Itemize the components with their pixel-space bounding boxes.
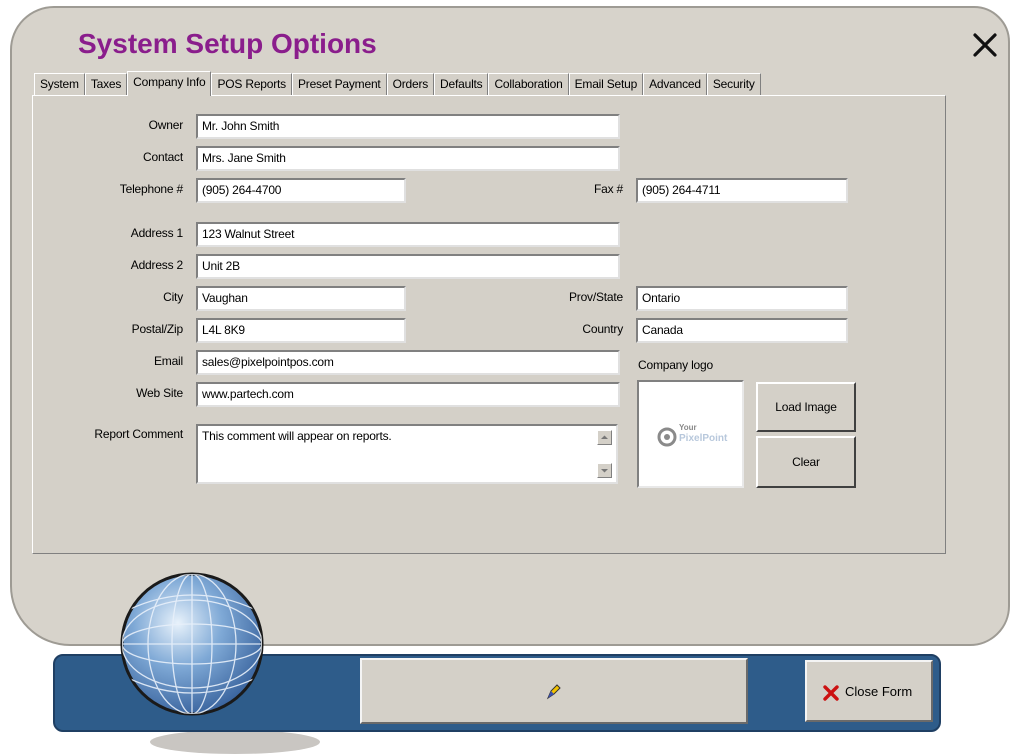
city-field[interactable]: Vaughan	[196, 286, 406, 311]
scroll-up-icon[interactable]	[597, 430, 612, 445]
logo-text-bottom: PixelPoint	[679, 433, 728, 444]
tab-orders[interactable]: Orders	[386, 73, 435, 95]
fax-label: Fax #	[593, 182, 623, 196]
email-field[interactable]: sales@pixelpointpos.com	[196, 350, 620, 375]
address2-label: Address 2	[130, 258, 183, 272]
edit-button[interactable]	[360, 658, 748, 724]
tab-email-setup[interactable]: Email Setup	[568, 73, 644, 95]
tab-taxes[interactable]: Taxes	[84, 73, 128, 95]
postal-zip-label: Postal/Zip	[131, 322, 184, 336]
website-field[interactable]: www.partech.com	[196, 382, 620, 407]
globe-icon	[120, 572, 264, 716]
tab-strip: System Taxes Company Info POS Reports Pr…	[34, 71, 761, 96]
close-form-icon	[823, 685, 839, 701]
telephone-label: Telephone #	[119, 182, 183, 196]
load-image-button[interactable]: Load Image	[756, 382, 856, 432]
tab-company-info[interactable]: Company Info	[127, 71, 212, 96]
contact-field[interactable]: Mrs. Jane Smith	[196, 146, 620, 171]
company-logo-image: Your PixelPoint	[637, 380, 744, 488]
logo-text-top: Your	[679, 423, 697, 432]
country-label: Country	[582, 322, 623, 336]
address1-field[interactable]: 123 Walnut Street	[196, 222, 620, 247]
tab-collaboration[interactable]: Collaboration	[488, 73, 569, 95]
postal-zip-field[interactable]: L4L 8K9	[196, 318, 406, 343]
owner-field[interactable]: Mr. John Smith	[196, 114, 620, 139]
fax-field[interactable]: (905) 264-4711	[636, 178, 848, 203]
report-comment-text: This comment will appear on reports.	[202, 429, 392, 443]
clear-logo-button[interactable]: Clear	[756, 436, 856, 488]
prov-state-field[interactable]: Ontario	[636, 286, 848, 311]
close-form-button[interactable]: Close Form	[805, 660, 933, 722]
close-form-label: Close Form	[845, 684, 913, 699]
window-title: System Setup Options	[78, 28, 377, 59]
tab-security[interactable]: Security	[706, 73, 761, 95]
report-comment-field[interactable]: This comment will appear on reports.	[196, 424, 618, 484]
email-label: Email	[153, 354, 183, 368]
tab-preset-payment[interactable]: Preset Payment	[291, 73, 387, 95]
pencil-icon	[546, 684, 561, 700]
scroll-down-icon[interactable]	[597, 463, 612, 478]
globe-shadow	[150, 730, 320, 754]
country-field[interactable]: Canada	[636, 318, 848, 343]
owner-label: Owner	[148, 118, 184, 132]
city-label: City	[163, 290, 183, 304]
telephone-field[interactable]: (905) 264-4700	[196, 178, 406, 203]
tab-defaults[interactable]: Defaults	[434, 73, 489, 95]
tab-pos-reports[interactable]: POS Reports	[211, 73, 292, 95]
address1-label: Address 1	[130, 226, 183, 240]
prov-state-label: Prov/State	[568, 290, 623, 304]
company-logo-label: Company logo	[638, 358, 713, 372]
tab-system[interactable]: System	[34, 73, 85, 95]
report-comment-label: Report Comment	[94, 427, 183, 441]
website-label: Web Site	[136, 386, 183, 400]
contact-label: Contact	[143, 150, 183, 164]
close-window-icon[interactable]	[972, 32, 998, 58]
tab-advanced[interactable]: Advanced	[643, 73, 707, 95]
address2-field[interactable]: Unit 2B	[196, 254, 620, 279]
